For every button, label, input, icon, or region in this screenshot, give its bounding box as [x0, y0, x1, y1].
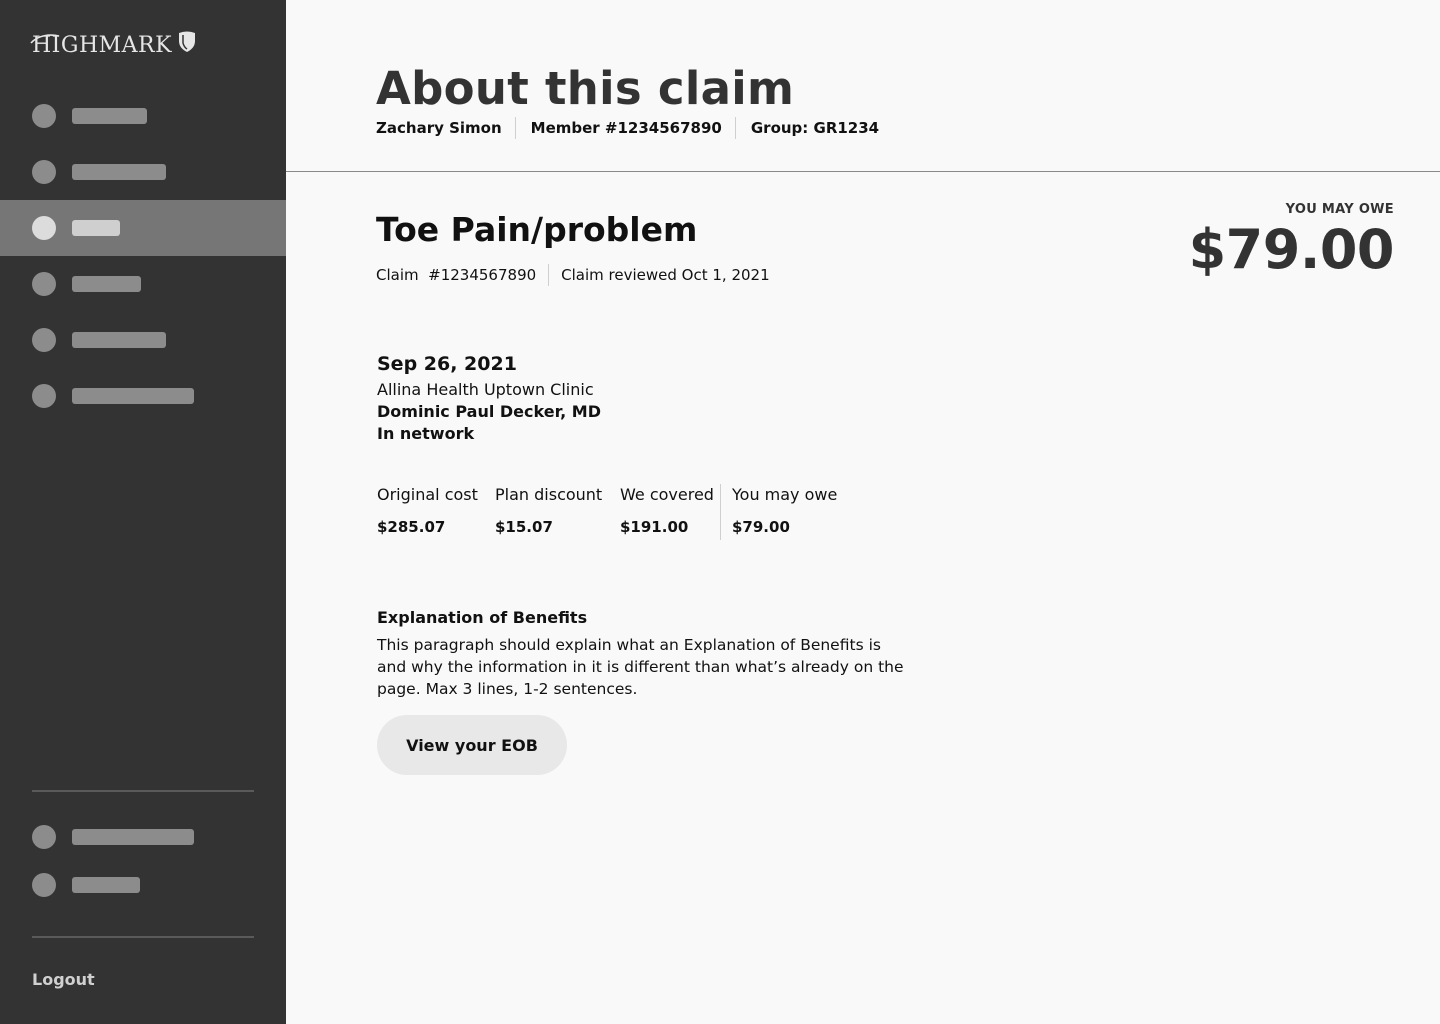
highmark-logo[interactable]: HIGHMARK [30, 30, 196, 60]
nav-placeholder-icon [32, 160, 56, 184]
sidebar-divider [32, 790, 254, 792]
eob-title: Explanation of Benefits [377, 608, 588, 627]
claim-title: Toe Pain/problem [376, 210, 698, 249]
logo-text: HIGHMARK [32, 32, 173, 58]
nav-placeholder-icon [32, 216, 56, 240]
cost-label: You may owe [732, 485, 838, 504]
cost-plan-discount: Plan discount $15.07 [495, 485, 602, 536]
nav-placeholder-icon [32, 825, 56, 849]
divider [734, 117, 736, 139]
cost-value: $285.07 [377, 518, 446, 536]
cost-original: Original cost $285.07 [377, 485, 478, 536]
sidebar-item-2[interactable] [0, 144, 286, 200]
cost-label: We covered [620, 485, 714, 504]
you-may-owe-label: YOU MAY OWE [1285, 202, 1394, 217]
cost-value: $15.07 [495, 518, 553, 536]
nav-placeholder-icon [32, 272, 56, 296]
shield-icon [179, 31, 196, 52]
nav-placeholder-label [72, 332, 166, 348]
nav-placeholder-label [72, 164, 166, 180]
divider [548, 264, 550, 286]
view-eob-button[interactable]: View your EOB [377, 715, 567, 775]
claim-number: Claim #1234567890 [376, 266, 537, 284]
sidebar-item-5[interactable] [0, 312, 286, 368]
nav-placeholder-label [72, 276, 141, 292]
nav-placeholder-icon [32, 384, 56, 408]
claim-reviewed-date: Claim reviewed Oct 1, 2021 [561, 266, 770, 284]
nav-placeholder-icon [32, 873, 56, 897]
claim-meta: Claim #1234567890 Claim reviewed Oct 1, … [376, 264, 770, 286]
sidebar-item-1[interactable] [0, 88, 286, 144]
member-name: Zachary Simon [376, 119, 502, 137]
nav-placeholder-label [72, 829, 194, 845]
nav-placeholder-label [72, 388, 194, 404]
nav-placeholder-label [72, 220, 120, 236]
cost-you-may-owe: You may owe $79.00 [732, 485, 837, 536]
sidebar-item-4[interactable] [0, 256, 286, 312]
sidebar-item-6[interactable] [0, 368, 286, 424]
eob-description: This paragraph should explain what an Ex… [377, 636, 904, 698]
sidebar-item-3-active[interactable] [0, 200, 286, 256]
nav-placeholder-icon [32, 328, 56, 352]
nav-placeholder-label [72, 877, 140, 893]
nav-placeholder-icon [32, 104, 56, 128]
cost-value: $79.00 [732, 518, 790, 536]
cost-value: $191.00 [620, 518, 689, 536]
page-header: About this claim Zachary Simon Member #1… [286, 0, 1440, 172]
cost-label: Original cost [377, 485, 478, 504]
cost-we-covered: We covered $191.00 [620, 485, 714, 536]
logout-link[interactable]: Logout [32, 970, 95, 989]
provider-name: Dominic Paul Decker, MD [377, 402, 601, 421]
you-may-owe-amount: $79.00 [1188, 218, 1395, 281]
nav-placeholder-label [72, 108, 147, 124]
network-status: In network [377, 424, 475, 443]
member-info: Zachary Simon Member #1234567890 Group: … [376, 117, 879, 139]
visit-date: Sep 26, 2021 [377, 353, 517, 375]
member-number: Member #1234567890 [530, 119, 722, 137]
divider [514, 117, 516, 139]
cost-divider [720, 484, 721, 540]
sidebar: HIGHMARK Logout [0, 0, 286, 1024]
sidebar-divider [32, 936, 254, 938]
clinic-name: Allina Health Uptown Clinic [377, 380, 594, 399]
group-number: Group: GR1234 [750, 119, 880, 137]
cost-label: Plan discount [495, 485, 603, 504]
page-title: About this claim [376, 62, 795, 115]
sidebar-secondary-item-2[interactable] [0, 857, 286, 913]
